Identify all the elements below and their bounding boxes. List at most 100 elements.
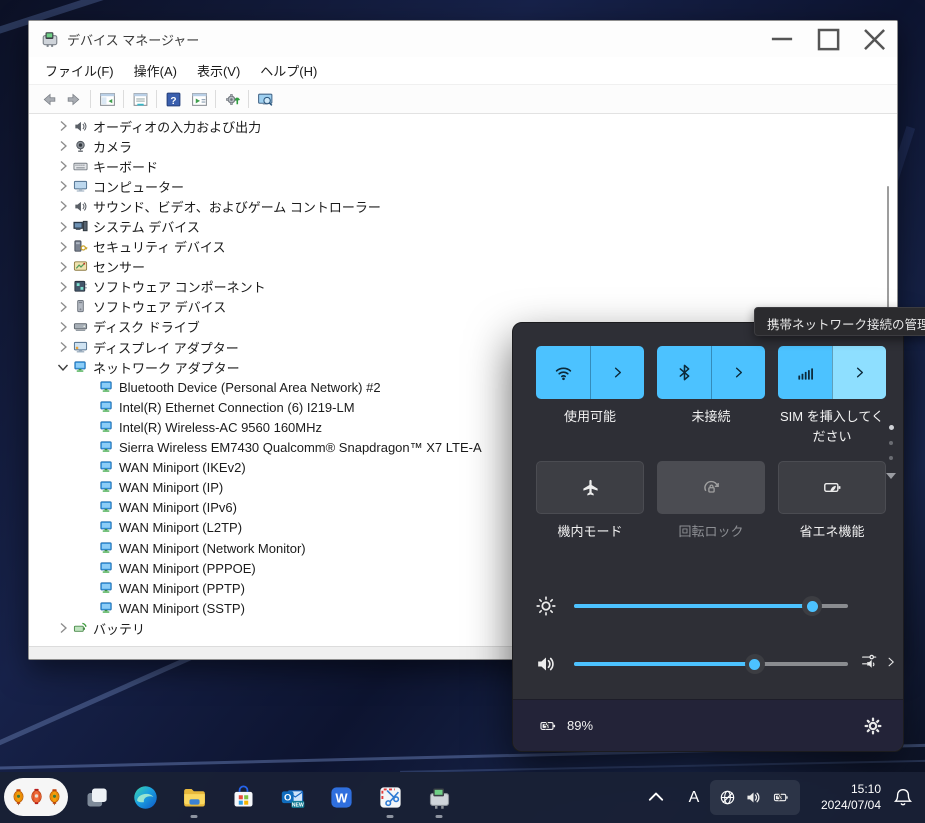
page-dot[interactable]	[889, 441, 893, 445]
toolbar-properties[interactable]	[127, 87, 153, 111]
notifications-bell-icon[interactable]	[893, 787, 913, 807]
taskbar-task-view[interactable]	[76, 777, 116, 817]
tree-chevron-icon[interactable]	[55, 198, 71, 214]
title-bar[interactable]: デバイス マネージャー	[29, 21, 897, 57]
bluetooth-label: 未接続	[691, 407, 730, 427]
quick-settings-pagination[interactable]	[886, 425, 896, 479]
tray-clock[interactable]: 15:10 2024/07/04	[795, 781, 881, 813]
maximize-button[interactable]	[805, 21, 851, 57]
energy-saver-toggle[interactable]	[778, 461, 886, 514]
toolbar-forward-arrow[interactable]	[61, 87, 87, 111]
settings-gear-icon[interactable]	[863, 716, 883, 736]
desktop: デバイス マネージャー ファイル(F)操作(A)表示(V)ヘルプ(H) ? オー…	[0, 0, 925, 823]
tree-row[interactable]: カメラ	[29, 136, 883, 156]
tray-time: 15:10	[795, 781, 881, 797]
page-dot[interactable]	[889, 456, 893, 460]
tree-item-label: Intel(R) Ethernet Connection (6) I219-LM	[119, 400, 355, 415]
tree-chevron-icon[interactable]	[55, 178, 71, 194]
net-child-icon	[99, 520, 114, 535]
cellular-bars-icon	[778, 346, 832, 399]
brightness-slider[interactable]	[574, 604, 848, 608]
tree-item-label: WAN Miniport (IP)	[119, 480, 223, 495]
taskbar-device-manager[interactable]	[419, 777, 459, 817]
audio-output-chevron-icon[interactable]	[885, 655, 897, 667]
tray-status-group[interactable]	[710, 780, 800, 815]
tree-chevron-icon	[81, 560, 97, 576]
taskbar-microsoft-store[interactable]	[223, 777, 263, 817]
tree-row[interactable]: サウンド、ビデオ、およびゲーム コントローラー	[29, 196, 883, 216]
battery-charging-icon[interactable]	[537, 718, 559, 734]
cellular-expand-chevron[interactable]	[832, 346, 886, 399]
desktop-streak	[0, 647, 210, 757]
tree-chevron-icon[interactable]	[55, 219, 71, 235]
taskbar-edge[interactable]	[125, 777, 165, 817]
tree-item-label: WAN Miniport (IPv6)	[119, 500, 237, 515]
menu-item-F[interactable]: ファイル(F)	[35, 57, 124, 84]
tree-chevron-icon[interactable]	[55, 239, 71, 255]
tree-item-label: ディスプレイ アダプター	[93, 338, 239, 357]
audio-output-picker-icon[interactable]	[861, 652, 879, 670]
tree-chevron-icon[interactable]	[55, 339, 71, 355]
tree-chevron-icon[interactable]	[55, 319, 71, 335]
close-button[interactable]	[851, 21, 897, 57]
minimize-button[interactable]	[759, 21, 805, 57]
tree-chevron-icon[interactable]	[55, 299, 71, 315]
bluetooth-toggle[interactable]	[657, 346, 765, 399]
toolbar-show-play[interactable]	[186, 87, 212, 111]
tree-chevron-icon[interactable]	[55, 158, 71, 174]
taskbar-outlook[interactable]: ONEW	[272, 777, 312, 817]
cellular-toggle[interactable]	[778, 346, 886, 399]
toolbar-monitor-search[interactable]	[252, 87, 278, 111]
disk-icon	[73, 319, 88, 334]
tree-row[interactable]: コンピューター	[29, 176, 883, 196]
tree-item-label: WAN Miniport (L2TP)	[119, 520, 242, 535]
net-child-icon	[99, 380, 114, 395]
tree-item-label: WAN Miniport (PPPOE)	[119, 561, 256, 576]
tree-item-label: Sierra Wireless EM7430 Qualcomm® Snapdra…	[119, 440, 482, 455]
tree-chevron-icon[interactable]	[55, 359, 71, 375]
toolbar-separator	[248, 90, 249, 108]
tree-chevron-icon[interactable]	[55, 138, 71, 154]
taskbar-wps-office[interactable]: W	[321, 777, 361, 817]
menu-item-A[interactable]: 操作(A)	[124, 57, 187, 84]
airplane-mode-toggle[interactable]	[536, 461, 644, 514]
volume-slider-thumb[interactable]	[745, 654, 765, 674]
device-manager-running-indicator	[436, 815, 443, 818]
tree-row[interactable]: セキュリティ デバイス	[29, 237, 883, 257]
quick-setting-energy-saver: 省エネ機能	[778, 461, 886, 542]
tray-chevron-up-icon[interactable]	[645, 786, 667, 808]
device-manager-icon	[41, 30, 59, 48]
tree-row[interactable]: システム デバイス	[29, 216, 883, 236]
volume-slider[interactable]	[574, 662, 848, 666]
tree-chevron-icon[interactable]	[55, 118, 71, 134]
tree-chevron-icon[interactable]	[55, 259, 71, 275]
tree-row[interactable]: オーディオの入力および出力	[29, 116, 883, 136]
wifi-expand-chevron[interactable]	[590, 346, 644, 399]
tree-row[interactable]: ソフトウェア コンポーネント	[29, 277, 883, 297]
tree-chevron-icon	[81, 500, 97, 516]
toolbar-scan-hardware[interactable]	[219, 87, 245, 111]
menu-item-V[interactable]: 表示(V)	[187, 57, 250, 84]
page-dot-current[interactable]	[889, 425, 894, 430]
net-child-icon	[99, 400, 114, 415]
lantern-icon	[28, 783, 45, 811]
tree-chevron-icon[interactable]	[55, 620, 71, 636]
tree-row[interactable]: センサー	[29, 257, 883, 277]
ime-indicator[interactable]: A	[681, 785, 707, 811]
toolbar-help[interactable]: ?	[160, 87, 186, 111]
scrollbar-thumb[interactable]	[887, 186, 889, 314]
widgets-button[interactable]	[4, 778, 68, 816]
tree-chevron-icon[interactable]	[55, 279, 71, 295]
taskbar-file-explorer[interactable]	[174, 777, 214, 817]
page-down-arrow[interactable]	[886, 473, 896, 479]
brightness-slider-thumb[interactable]	[802, 596, 822, 616]
toolbar-back-arrow[interactable]	[35, 87, 61, 111]
bluetooth-expand-chevron[interactable]	[711, 346, 765, 399]
wifi-toggle[interactable]	[536, 346, 644, 399]
toolbar-show-panel[interactable]	[94, 87, 120, 111]
display-icon	[73, 340, 88, 355]
taskbar-snipping-tool[interactable]	[370, 777, 410, 817]
sensor-icon	[73, 259, 88, 274]
tree-row[interactable]: キーボード	[29, 156, 883, 176]
menu-item-H[interactable]: ヘルプ(H)	[250, 57, 327, 84]
